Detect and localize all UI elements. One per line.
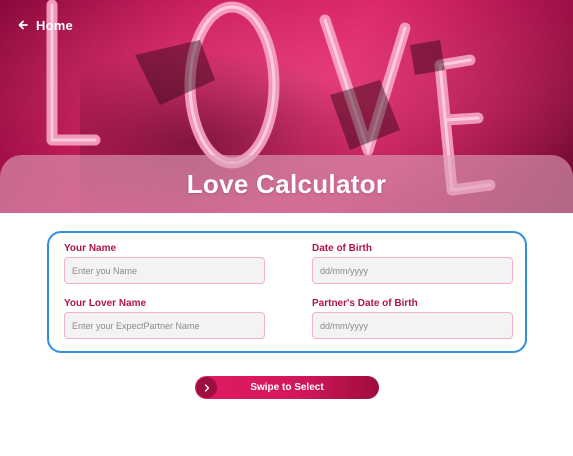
date-of-birth-input[interactable] [312,257,513,284]
swipe-label: Swipe to Select [250,382,324,393]
partner-dob-label: Partner's Date of Birth [312,298,418,309]
love-calculator-form: Your Name Date of Birth Your Lover Name … [47,231,527,353]
partner-dob-input[interactable] [312,312,513,339]
your-name-label: Your Name [64,243,117,254]
hero-banner: Home Love Calculator [0,0,573,213]
lover-name-input[interactable] [64,312,265,339]
date-of-birth-field: Date of Birth [312,243,513,284]
title-band: Love Calculator [0,155,573,213]
date-of-birth-label: Date of Birth [312,243,372,254]
partner-dob-field: Partner's Date of Birth [312,298,513,339]
page-title: Love Calculator [186,168,387,199]
chevron-right-icon [204,383,209,392]
your-name-field: Your Name [64,243,265,284]
home-link-label: Home [36,17,73,33]
arrow-left-icon [18,20,28,30]
swipe-handle[interactable] [196,377,217,398]
your-name-input[interactable] [64,257,265,284]
home-link[interactable]: Home [18,15,73,35]
lover-name-field: Your Lover Name [64,298,265,339]
swipe-to-select-button[interactable]: Swipe to Select [195,376,379,399]
lover-name-label: Your Lover Name [64,298,147,309]
